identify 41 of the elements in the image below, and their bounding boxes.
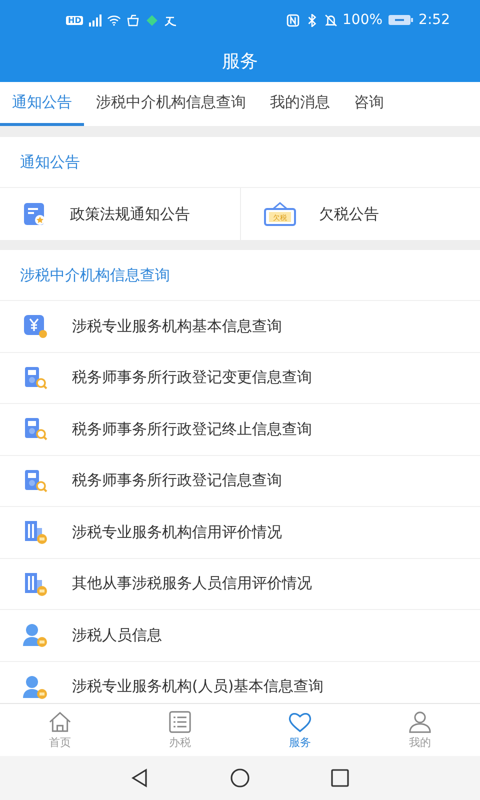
signal-icon bbox=[88, 14, 102, 26]
back-icon[interactable] bbox=[130, 768, 150, 788]
list-item[interactable]: 涉税专业服务机构基本信息查询 bbox=[0, 301, 480, 352]
list-item[interactable]: 涉税专业服务机构信用评价情况 bbox=[0, 507, 480, 558]
building-icon bbox=[22, 570, 48, 597]
notice-item[interactable]: 政策法规通知公告 bbox=[0, 188, 240, 240]
list-item[interactable]: 涉税人员信息 bbox=[0, 610, 480, 662]
tab[interactable]: 我的消息 bbox=[258, 82, 342, 126]
hd-badge: HD bbox=[66, 16, 84, 24]
document-search-icon bbox=[22, 364, 48, 391]
home-button-icon[interactable] bbox=[230, 768, 250, 788]
wifi-icon bbox=[107, 14, 122, 26]
tab[interactable]: 涉税中介机构信息查询 bbox=[84, 82, 258, 126]
document-search-icon bbox=[22, 468, 48, 494]
leaf-icon bbox=[145, 14, 160, 26]
heart-icon bbox=[287, 710, 313, 732]
page-title: 服务 bbox=[221, 50, 259, 74]
recents-icon[interactable] bbox=[330, 768, 350, 788]
list-item[interactable]: 税务师事务所行政登记变更信息查询 bbox=[0, 352, 480, 404]
tab[interactable]: 咨询 bbox=[342, 82, 396, 126]
section-title: 通知公告 bbox=[0, 137, 480, 188]
nfc-icon bbox=[286, 14, 300, 26]
user-icon bbox=[407, 710, 433, 732]
list-item[interactable]: 其他从事涉税服务人员信用评价情况 bbox=[0, 558, 480, 610]
home-icon bbox=[47, 710, 73, 732]
list-item[interactable]: 税务师事务所行政登记信息查询 bbox=[0, 456, 480, 507]
yen-card-icon bbox=[22, 313, 48, 340]
battery-icon bbox=[388, 14, 414, 26]
clock-time: 2:52 bbox=[418, 12, 450, 28]
section-title: 涉税中介机构信息查询 bbox=[0, 250, 480, 301]
nav-tab[interactable]: 服务 bbox=[240, 704, 360, 756]
bag-icon bbox=[126, 14, 140, 26]
person-icon bbox=[22, 674, 48, 700]
document-search-icon bbox=[22, 416, 48, 442]
mute-bell-icon bbox=[324, 14, 338, 26]
list-icon bbox=[167, 710, 193, 732]
list-item[interactable]: 税务师事务所行政登记终止信息查询 bbox=[0, 404, 480, 456]
building-icon bbox=[22, 519, 48, 546]
list-item[interactable]: 涉税专业服务机构(人员)基本信息查询 bbox=[0, 662, 480, 703]
person-icon bbox=[22, 622, 48, 648]
battery-percent: 100% bbox=[342, 12, 383, 28]
